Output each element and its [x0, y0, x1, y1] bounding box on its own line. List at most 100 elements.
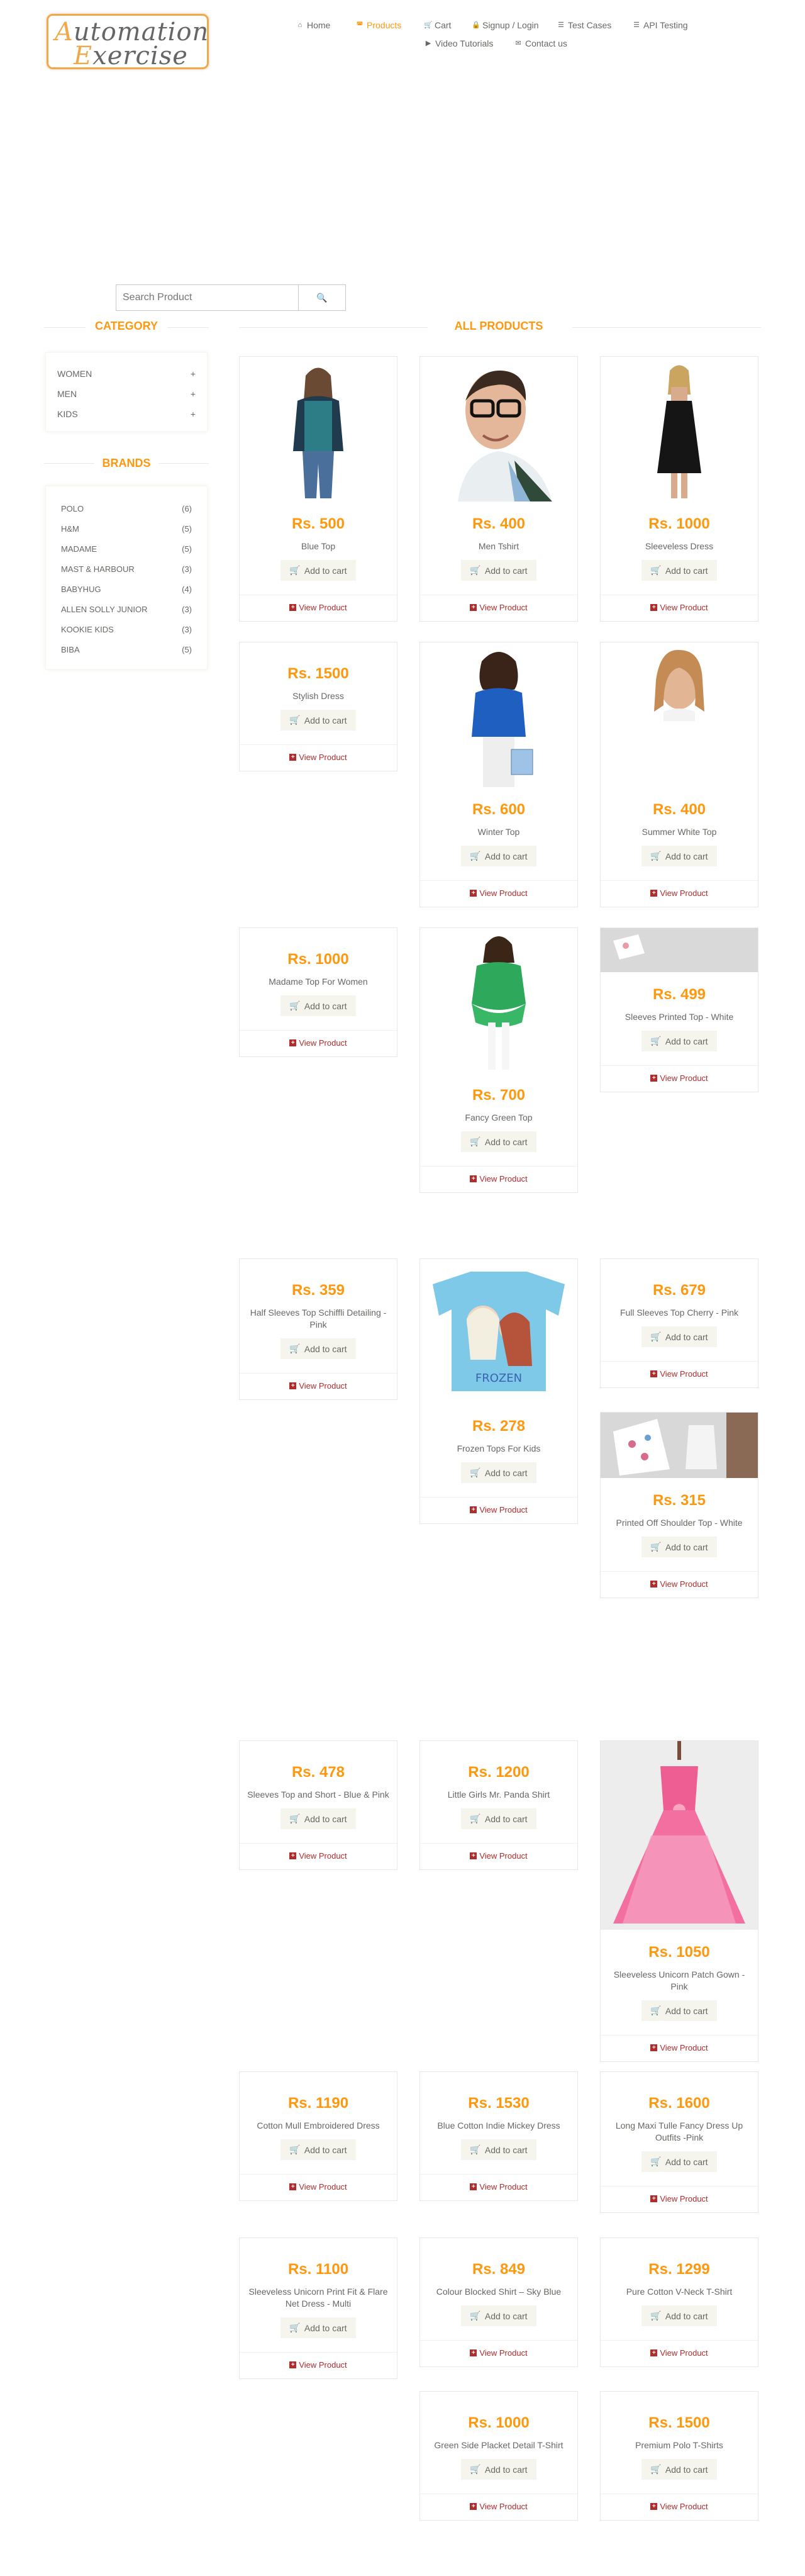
add-to-cart-button[interactable]: 🛒 Add to cart [280, 995, 356, 1016]
add-to-cart-button[interactable]: 🛒 Add to cart [280, 1808, 356, 1829]
add-to-cart-button[interactable]: 🛒 Add to cart [641, 1326, 717, 1347]
view-product-link[interactable]: + View Product [420, 1498, 577, 1523]
view-product-link[interactable]: + View Product [601, 595, 758, 621]
add-to-cart-button[interactable]: 🛒 Add to cart [641, 2459, 717, 2480]
brand-label: BIBA [61, 645, 80, 654]
product-name: Winter Top [477, 827, 520, 837]
search-button[interactable]: 🔍 [299, 285, 345, 310]
view-product-link[interactable]: + View Product [240, 595, 397, 621]
view-product-link[interactable]: + View Product [240, 1031, 397, 1056]
add-to-cart-button[interactable]: 🛒 Add to cart [280, 560, 356, 581]
brand-item[interactable]: MADAME (5) [61, 544, 192, 554]
product-name: Green Side Placket Detail T-Shirt [434, 2440, 564, 2450]
view-product-link[interactable]: + View Product [420, 2494, 577, 2520]
plus-square-icon: + [650, 2044, 658, 2051]
brand-item[interactable]: MAST & HARBOUR (3) [61, 564, 192, 574]
view-product-link[interactable]: + View Product [420, 595, 577, 621]
add-to-cart-button[interactable]: 🛒 Add to cart [280, 1338, 356, 1359]
add-to-cart-button[interactable]: 🛒 Add to cart [461, 846, 536, 866]
add-to-cart-label: Add to cart [484, 1136, 528, 1147]
view-product-link[interactable]: + View Product [601, 2036, 758, 2061]
add-to-cart-label: Add to cart [484, 565, 528, 576]
add-to-cart-button[interactable]: 🛒 Add to cart [461, 1131, 536, 1152]
add-to-cart-button[interactable]: 🛒 Add to cart [641, 1031, 717, 1051]
plus-square-icon: + [650, 2195, 658, 2202]
view-product-link[interactable]: + View Product [240, 745, 397, 771]
add-to-cart-label: Add to cart [304, 1813, 347, 1824]
category-men[interactable]: MEN + [57, 389, 196, 399]
product-name: Sleeveless Unicorn Patch Gown - Pink [613, 1969, 745, 1991]
category-men-label: MEN [57, 389, 77, 399]
nav-home[interactable]: ⌂ Home [296, 20, 331, 30]
add-to-cart-button[interactable]: 🛒 Add to cart [280, 2317, 356, 2338]
nav-home-label: Home [307, 20, 331, 30]
category-women-label: WOMEN [57, 369, 92, 379]
plus-square-icon: + [650, 2349, 658, 2356]
view-product-link[interactable]: + View Product [601, 2341, 758, 2366]
add-to-cart-button[interactable]: 🛒 Add to cart [461, 2139, 536, 2160]
nav-signup-login[interactable]: 🔒 Signup / Login [472, 20, 539, 30]
view-product-link[interactable]: + View Product [601, 881, 758, 907]
view-product-link[interactable]: + View Product [601, 1572, 758, 1598]
brand-item[interactable]: H&M (5) [61, 524, 192, 534]
add-to-cart-button[interactable]: 🛒 Add to cart [641, 1537, 717, 1557]
product-name: Sleeveless Unicorn Print Fit & Flare Net… [248, 2287, 388, 2309]
site-logo[interactable]: Automation Exercise [47, 14, 209, 69]
product-card: Rs. 1050 Sleeveless Unicorn Patch Gown - … [600, 1740, 758, 2062]
nav-test-cases[interactable]: ☰ Test Cases [557, 20, 611, 30]
brand-item[interactable]: POLO (6) [61, 504, 192, 513]
category-kids[interactable]: KIDS + [57, 409, 196, 419]
product-price: Rs. 499 [652, 986, 706, 1003]
view-product-link[interactable]: + View Product [240, 1374, 397, 1399]
nav-video-tutorials[interactable]: ▶ Video Tutorials [425, 38, 494, 48]
add-to-cart-button[interactable]: 🛒 Add to cart [641, 560, 717, 581]
add-to-cart-button[interactable]: 🛒 Add to cart [641, 846, 717, 866]
add-to-cart-button[interactable]: 🛒 Add to cart [461, 1808, 536, 1829]
nav-products[interactable]: ◚ Products [356, 20, 402, 30]
view-product-link[interactable]: + View Product [420, 1844, 577, 1869]
view-product-link[interactable]: + View Product [240, 1844, 397, 1869]
view-product-link[interactable]: + View Product [601, 2187, 758, 2212]
product-price: Rs. 359 [291, 1282, 345, 1299]
search-input[interactable] [116, 285, 299, 310]
add-to-cart-button[interactable]: 🛒 Add to cart [280, 2139, 356, 2160]
brand-item[interactable]: BIBA (5) [61, 645, 192, 654]
view-product-label: View Product [479, 2348, 528, 2358]
view-product-label: View Product [660, 1369, 708, 1379]
view-product-link[interactable]: + View Product [601, 1362, 758, 1387]
add-to-cart-button[interactable]: 🛒 Add to cart [461, 560, 536, 581]
category-women[interactable]: WOMEN + [57, 369, 196, 379]
nav-api-testing[interactable]: ☰ API Testing [633, 20, 688, 30]
add-to-cart-button[interactable]: 🛒 Add to cart [641, 2000, 717, 2021]
view-product-link[interactable]: + View Product [420, 1167, 577, 1192]
brand-item[interactable]: BABYHUG (4) [61, 585, 192, 594]
brand-item[interactable]: KOOKIE KIDS (3) [61, 625, 192, 634]
add-to-cart-button[interactable]: 🛒 Add to cart [461, 2459, 536, 2480]
view-product-label: View Product [299, 2360, 347, 2370]
add-to-cart-button[interactable]: 🛒 Add to cart [461, 1462, 536, 1483]
product-price: Rs. 849 [472, 2261, 526, 2278]
view-product-link[interactable]: + View Product [240, 2175, 397, 2200]
view-product-link[interactable]: + View Product [420, 2341, 577, 2366]
add-to-cart-button[interactable]: 🛒 Add to cart [641, 2305, 717, 2326]
brand-item[interactable]: ALLEN SOLLY JUNIOR (3) [61, 605, 192, 614]
brand-label: POLO [61, 504, 84, 513]
view-product-link[interactable]: + View Product [420, 2175, 577, 2200]
nav-cart[interactable]: 🛒 Cart [424, 20, 451, 30]
nav-contact-us[interactable]: ✉ Contact us [514, 38, 567, 48]
nav-signup-label: Signup / Login [482, 20, 539, 30]
plus-square-icon: + [470, 2183, 477, 2190]
add-to-cart-button[interactable]: 🛒 Add to cart [641, 2151, 717, 2172]
view-product-link[interactable]: + View Product [601, 2494, 758, 2520]
plus-square-icon: + [650, 2503, 658, 2510]
nav-cart-label: Cart [435, 20, 452, 30]
add-to-cart-button[interactable]: 🛒 Add to cart [280, 710, 356, 731]
plus-square-icon: + [650, 1370, 658, 1377]
brand-label: BABYHUG [61, 585, 101, 594]
product-image [601, 642, 758, 787]
view-product-link[interactable]: + View Product [240, 2353, 397, 2378]
view-product-label: View Product [479, 2182, 528, 2192]
view-product-link[interactable]: + View Product [420, 881, 577, 907]
add-to-cart-button[interactable]: 🛒 Add to cart [461, 2305, 536, 2326]
view-product-link[interactable]: + View Product [601, 1066, 758, 1092]
